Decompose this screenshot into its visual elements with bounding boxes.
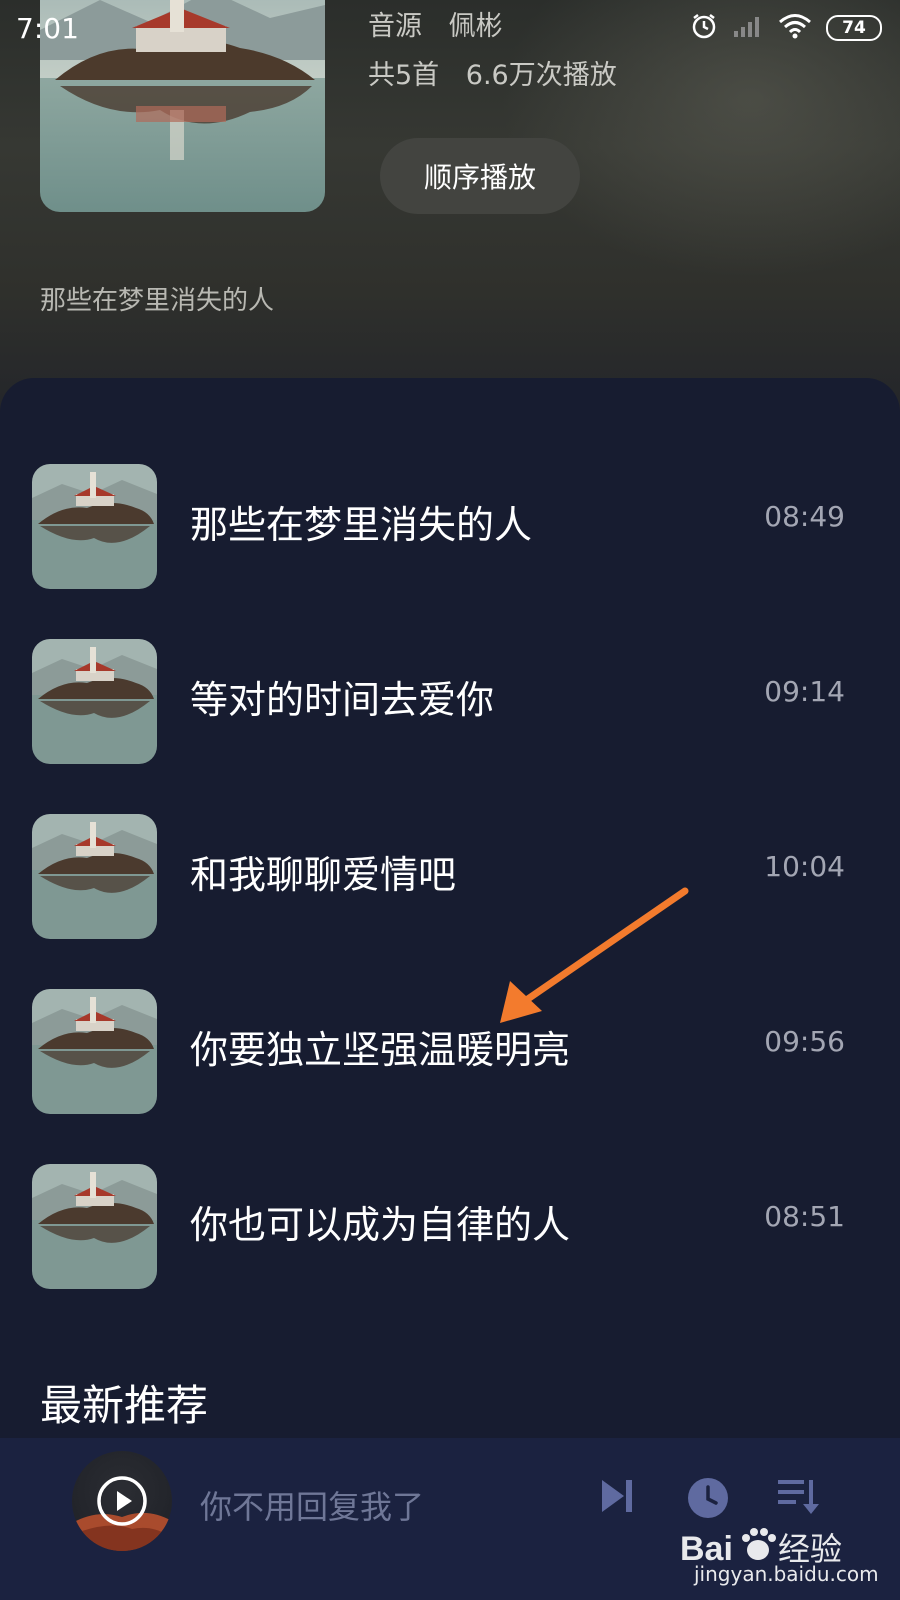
track-row[interactable]: 那些在梦里消失的人 08:49 <box>0 438 900 598</box>
track-duration: 08:49 <box>764 500 845 533</box>
status-time: 7:01 <box>16 12 79 45</box>
alarm-icon <box>690 12 718 44</box>
track-thumbnail <box>32 814 157 939</box>
track-duration: 10:04 <box>764 850 845 883</box>
album-header: 音源 佩彬 共5首 6.6万次播放 顺序播放 那些在梦里消失的人 <box>0 0 900 420</box>
track-row[interactable]: 你也可以成为自律的人 08:51 <box>0 1138 900 1298</box>
next-icon[interactable] <box>598 1476 636 1520</box>
track-title: 和我聊聊爱情吧 <box>190 853 457 897</box>
album-cover[interactable] <box>40 0 325 212</box>
arrow-annotation <box>500 887 689 1023</box>
play-order-button[interactable]: 顺序播放 <box>380 138 580 214</box>
track-title: 那些在梦里消失的人 <box>190 503 533 547</box>
track-duration: 09:56 <box>764 1025 845 1058</box>
wifi-icon <box>778 13 812 43</box>
player-disc[interactable] <box>72 1451 172 1551</box>
track-title: 你也可以成为自律的人 <box>190 1203 571 1247</box>
watermark-url: jingyan.baidu.com <box>694 1562 879 1586</box>
baidu-jingyan-watermark: Bai 经验 <box>680 1528 842 1568</box>
track-thumbnail <box>32 639 157 764</box>
album-description: 那些在梦里消失的人 <box>40 286 275 316</box>
track-thumbnail <box>32 989 157 1114</box>
track-duration: 08:51 <box>764 1200 845 1233</box>
play-icon[interactable] <box>96 1475 148 1531</box>
artist-line: 音源 佩彬 <box>368 4 503 43</box>
track-duration: 09:14 <box>764 675 845 708</box>
signal-icon <box>732 14 764 42</box>
track-title: 等对的时间去爱你 <box>190 678 495 722</box>
track-row[interactable]: 等对的时间去爱你 09:14 <box>0 613 900 773</box>
album-stats: 共5首 6.6万次播放 <box>368 53 617 92</box>
source-label: 音源 <box>368 11 422 42</box>
artist-name[interactable]: 佩彬 <box>449 11 503 42</box>
track-row[interactable]: 你要独立坚强温暖明亮 09:56 <box>0 963 900 1123</box>
status-icons: 74 <box>690 12 882 44</box>
track-thumbnail <box>32 464 157 589</box>
track-thumbnail <box>32 1164 157 1289</box>
track-count: 共5首 <box>368 60 440 91</box>
track-row[interactable]: 和我聊聊爱情吧 10:04 <box>0 788 900 948</box>
now-playing-title[interactable]: 你不用回复我了 <box>200 1482 424 1528</box>
play-count: 6.6万次播放 <box>465 60 617 91</box>
battery-icon: 74 <box>826 15 882 41</box>
section-title: 最新推荐 <box>40 1381 209 1430</box>
